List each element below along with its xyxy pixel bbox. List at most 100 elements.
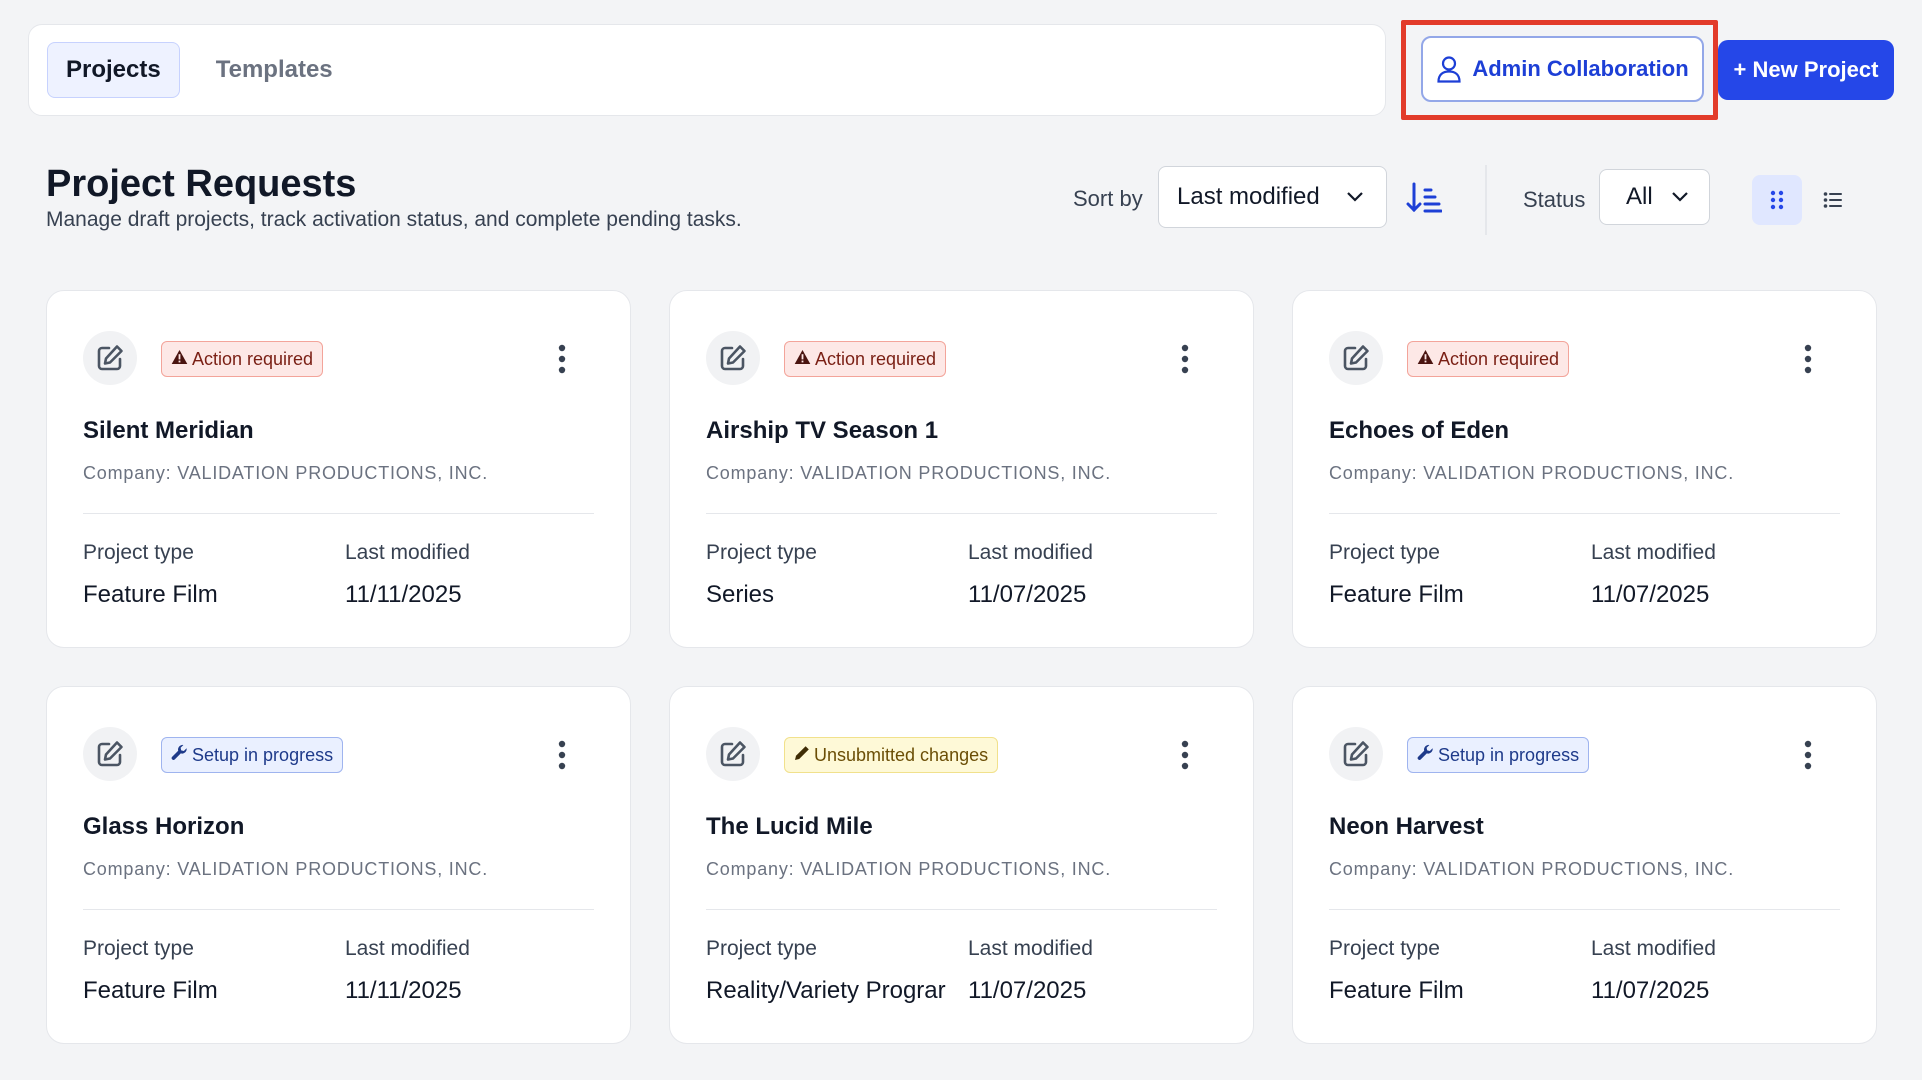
sort-label: Sort by bbox=[1073, 186, 1143, 211]
status-badge: Setup in progress bbox=[161, 737, 344, 773]
status-badge-label: Action required bbox=[192, 348, 314, 369]
new-project-button[interactable]: + New Project bbox=[1718, 40, 1894, 100]
pencil-icon bbox=[794, 745, 810, 766]
tab-projects[interactable]: Projects bbox=[47, 42, 180, 98]
project-type-value: Reality/Variety Prograr bbox=[706, 977, 946, 1004]
edit-icon bbox=[83, 727, 137, 781]
last-modified-value: 11/07/2025 bbox=[1591, 581, 1710, 608]
status-badge: Action required bbox=[784, 341, 947, 377]
status-badge: Action required bbox=[161, 341, 324, 377]
sort-direction-button[interactable] bbox=[1406, 180, 1443, 216]
project-type-label: Project type bbox=[83, 541, 194, 564]
project-title: Neon Harvest bbox=[1329, 813, 1484, 840]
more-options-icon[interactable] bbox=[1173, 341, 1197, 377]
project-title: Airship TV Season 1 bbox=[706, 417, 939, 444]
project-type-value: Series bbox=[706, 581, 775, 608]
project-company: Company: VALIDATION PRODUCTIONS, INC. bbox=[1329, 859, 1734, 879]
status-badge-label: Unsubmitted changes bbox=[814, 744, 989, 765]
project-card[interactable]: Action required Airship TV Season 1 Comp… bbox=[669, 290, 1254, 648]
last-modified-label: Last modified bbox=[1591, 937, 1716, 960]
warning-icon bbox=[171, 349, 188, 370]
more-options-icon[interactable] bbox=[550, 737, 574, 773]
admin-collaboration-button[interactable]: Admin Collaboration bbox=[1421, 36, 1704, 102]
wrench-icon bbox=[1417, 744, 1434, 766]
status-badge: Setup in progress bbox=[1407, 737, 1590, 773]
project-company: Company: VALIDATION PRODUCTIONS, INC. bbox=[706, 859, 1111, 879]
last-modified-label: Last modified bbox=[345, 541, 470, 564]
project-type-label: Project type bbox=[83, 937, 194, 960]
more-options-icon[interactable] bbox=[1796, 737, 1820, 773]
card-divider bbox=[83, 513, 594, 514]
project-title: Glass Horizon bbox=[83, 813, 245, 840]
last-modified-value: 11/07/2025 bbox=[1591, 977, 1710, 1004]
project-title: The Lucid Mile bbox=[706, 813, 873, 840]
project-type-value: Feature Film bbox=[83, 977, 218, 1004]
last-modified-value: 11/07/2025 bbox=[968, 581, 1087, 608]
project-type-value: Feature Film bbox=[1329, 581, 1464, 608]
last-modified-label: Last modified bbox=[1591, 541, 1716, 564]
status-select[interactable]: All bbox=[1599, 169, 1710, 225]
project-card[interactable]: Action required Silent Meridian Company:… bbox=[46, 290, 631, 648]
edit-icon bbox=[1329, 727, 1383, 781]
status-badge-label: Setup in progress bbox=[1438, 744, 1580, 765]
card-divider bbox=[706, 909, 1217, 910]
grid-icon bbox=[1770, 190, 1784, 210]
top-tab-bar: Projects Templates bbox=[28, 24, 1386, 116]
list-icon bbox=[1823, 192, 1842, 208]
controls-divider bbox=[1485, 165, 1487, 235]
more-options-icon[interactable] bbox=[550, 341, 574, 377]
page-title: Project Requests bbox=[46, 163, 357, 205]
edit-icon bbox=[706, 331, 760, 385]
project-company: Company: VALIDATION PRODUCTIONS, INC. bbox=[1329, 463, 1734, 483]
card-divider bbox=[1329, 513, 1840, 514]
card-divider bbox=[706, 513, 1217, 514]
list-view-button[interactable] bbox=[1808, 175, 1858, 225]
status-badge-label: Action required bbox=[1438, 348, 1560, 369]
sort-select-value: Last modified bbox=[1177, 183, 1320, 210]
last-modified-label: Last modified bbox=[968, 937, 1093, 960]
project-type-label: Project type bbox=[706, 541, 817, 564]
project-title: Silent Meridian bbox=[83, 417, 254, 444]
sort-select[interactable]: Last modified bbox=[1158, 166, 1387, 228]
card-divider bbox=[83, 909, 594, 910]
project-type-label: Project type bbox=[706, 937, 817, 960]
warning-icon bbox=[794, 349, 811, 370]
project-title: Echoes of Eden bbox=[1329, 417, 1510, 444]
project-type-value: Feature Film bbox=[83, 581, 218, 608]
project-type-label: Project type bbox=[1329, 937, 1440, 960]
status-badge: Action required bbox=[1407, 341, 1570, 377]
project-card[interactable]: Setup in progress Glass Horizon Company:… bbox=[46, 686, 631, 1044]
status-badge-label: Setup in progress bbox=[192, 744, 334, 765]
edit-icon bbox=[706, 727, 760, 781]
card-divider bbox=[1329, 909, 1840, 910]
user-icon bbox=[1437, 56, 1461, 83]
project-card[interactable]: Unsubmitted changes The Lucid Mile Compa… bbox=[669, 686, 1254, 1044]
status-label: Status bbox=[1523, 187, 1586, 212]
project-company: Company: VALIDATION PRODUCTIONS, INC. bbox=[83, 859, 488, 879]
chevron-down-icon bbox=[1347, 192, 1363, 202]
project-type-value: Feature Film bbox=[1329, 977, 1464, 1004]
last-modified-value: 11/11/2025 bbox=[345, 977, 462, 1004]
admin-collaboration-label: Admin Collaboration bbox=[1472, 56, 1689, 81]
edit-icon bbox=[1329, 331, 1383, 385]
status-badge: Unsubmitted changes bbox=[784, 737, 999, 773]
last-modified-label: Last modified bbox=[345, 937, 470, 960]
project-card[interactable]: Setup in progress Neon Harvest Company: … bbox=[1292, 686, 1877, 1044]
project-company: Company: VALIDATION PRODUCTIONS, INC. bbox=[83, 463, 488, 483]
status-badge-label: Action required bbox=[815, 348, 937, 369]
more-options-icon[interactable] bbox=[1173, 737, 1197, 773]
more-options-icon[interactable] bbox=[1796, 341, 1820, 377]
sort-ascending-icon bbox=[1406, 182, 1443, 213]
project-type-label: Project type bbox=[1329, 541, 1440, 564]
chevron-down-icon bbox=[1672, 192, 1688, 202]
tab-templates[interactable]: Templates bbox=[198, 42, 351, 98]
project-card[interactable]: Action required Echoes of Eden Company: … bbox=[1292, 290, 1877, 648]
grid-view-button[interactable] bbox=[1752, 175, 1802, 225]
project-company: Company: VALIDATION PRODUCTIONS, INC. bbox=[706, 463, 1111, 483]
page-subtitle: Manage draft projects, track activation … bbox=[46, 208, 742, 231]
last-modified-value: 11/11/2025 bbox=[345, 581, 462, 608]
edit-icon bbox=[83, 331, 137, 385]
last-modified-value: 11/07/2025 bbox=[968, 977, 1087, 1004]
last-modified-label: Last modified bbox=[968, 541, 1093, 564]
wrench-icon bbox=[171, 744, 188, 766]
